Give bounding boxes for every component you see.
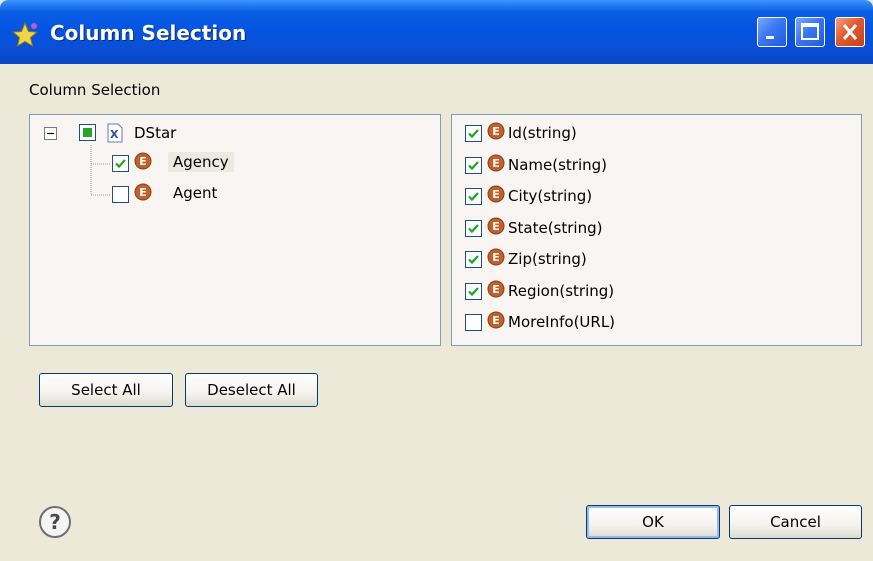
- column-row[interactable]: E Name(string): [452, 152, 860, 180]
- entity-e-icon: E: [134, 152, 152, 170]
- column-label: Id(string): [508, 124, 577, 142]
- column-row[interactable]: E Zip(string): [452, 246, 860, 274]
- column-list-panel[interactable]: E Id(string) E Name(string) E City(string) E St…: [451, 114, 862, 346]
- collapse-icon[interactable]: [44, 127, 57, 140]
- svg-text:E: E: [492, 157, 500, 170]
- help-icon[interactable]: ?: [38, 505, 72, 539]
- svg-text:E: E: [492, 283, 500, 296]
- svg-text:E: E: [492, 314, 500, 327]
- svg-text:E: E: [492, 220, 500, 233]
- agent-checkbox[interactable]: [112, 186, 129, 203]
- column-checkbox[interactable]: [465, 156, 482, 174]
- maximize-button[interactable]: [795, 17, 825, 47]
- column-label: City(string): [508, 187, 593, 205]
- deselect-all-button[interactable]: Deselect All: [185, 373, 318, 407]
- column-checkbox[interactable]: [465, 314, 482, 331]
- column-row[interactable]: E State(string): [452, 215, 860, 243]
- title-bar[interactable]: Column Selection: [0, 0, 873, 64]
- svg-text:E: E: [492, 188, 500, 201]
- svg-text:E: E: [139, 186, 147, 199]
- entity-e-icon: E: [487, 248, 505, 266]
- column-label: State(string): [508, 218, 603, 237]
- column-row[interactable]: E Region(string): [452, 278, 860, 306]
- column-checkbox[interactable]: [465, 219, 482, 237]
- close-button[interactable]: [835, 17, 865, 47]
- check-icon: [468, 129, 479, 139]
- window-title: Column Selection: [50, 21, 247, 45]
- svg-text:E: E: [492, 125, 500, 138]
- select-all-button[interactable]: Select All: [39, 373, 173, 407]
- tree-item-agent[interactable]: E Agent: [30, 181, 440, 209]
- tree-item-agency[interactable]: E Agency: [30, 150, 440, 178]
- check-icon: [468, 160, 479, 170]
- tree-root-row[interactable]: X DStar: [30, 120, 440, 148]
- svg-text:X: X: [110, 128, 119, 141]
- tree-root-label: DStar: [134, 124, 177, 142]
- column-label: Zip(string): [508, 250, 587, 268]
- entity-e-icon: E: [487, 217, 505, 234]
- svg-text:E: E: [139, 155, 147, 168]
- minimize-button[interactable]: [757, 17, 787, 47]
- agency-label: Agency: [168, 152, 234, 172]
- column-checkbox[interactable]: [465, 188, 482, 205]
- column-row[interactable]: E MoreInfo(URL): [452, 309, 860, 337]
- column-label: Name(string): [508, 155, 608, 174]
- column-checkbox[interactable]: [465, 282, 482, 300]
- entity-e-icon: E: [487, 185, 505, 203]
- column-row[interactable]: E City(string): [452, 183, 860, 211]
- minimize-icon: [766, 36, 774, 39]
- column-checkbox[interactable]: [465, 125, 482, 142]
- column-label: MoreInfo(URL): [508, 313, 616, 331]
- agent-label: Agent: [173, 184, 218, 202]
- column-checkbox[interactable]: [465, 251, 482, 268]
- close-icon: [842, 24, 858, 40]
- check-icon: [468, 286, 479, 296]
- partial-check-icon: [83, 128, 92, 137]
- entity-e-icon: E: [487, 154, 505, 171]
- svg-text:?: ?: [49, 510, 61, 534]
- ok-button[interactable]: OK: [586, 505, 720, 539]
- svg-text:E: E: [492, 251, 500, 264]
- check-icon: [468, 255, 479, 265]
- check-icon: [468, 223, 479, 233]
- entity-e-icon: E: [134, 183, 152, 201]
- check-icon: [115, 159, 126, 169]
- check-icon: [468, 192, 479, 202]
- column-selection-dialog: Column Selection Column Selection X DSta…: [0, 0, 873, 561]
- tree-panel[interactable]: X DStar E Agency E Agent: [29, 114, 441, 346]
- xml-file-icon: X: [107, 123, 123, 143]
- entity-e-icon: E: [487, 122, 505, 140]
- agency-checkbox[interactable]: [112, 155, 129, 172]
- column-label: Region(string): [508, 281, 615, 300]
- maximize-icon: [801, 23, 819, 40]
- root-partial-checkbox[interactable]: [79, 124, 96, 141]
- entity-e-icon: E: [487, 311, 505, 329]
- section-label: Column Selection: [29, 81, 161, 99]
- star-icon: [11, 21, 39, 48]
- column-row[interactable]: E Id(string): [452, 120, 860, 148]
- entity-e-icon: E: [487, 280, 505, 297]
- cancel-button[interactable]: Cancel: [729, 505, 862, 539]
